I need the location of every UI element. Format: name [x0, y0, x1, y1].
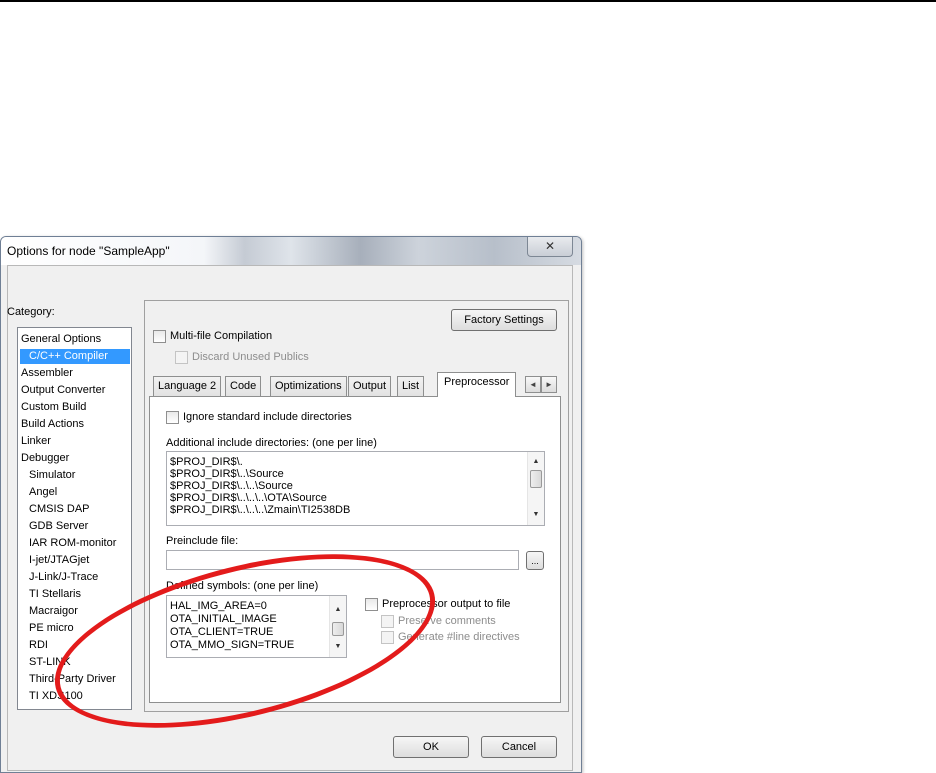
chevron-left-icon: ◄ — [529, 380, 537, 389]
include-dirs-textarea[interactable]: $PROJ_DIR$\. $PROJ_DIR$\..\Source $PROJ_… — [166, 451, 545, 526]
preserve-comments-checkbox[interactable] — [381, 615, 394, 628]
scroll-thumb[interactable] — [332, 622, 344, 636]
preinclude-label: Preinclude file: — [166, 535, 239, 547]
multi-file-checkbox[interactable] — [153, 330, 166, 343]
category-item[interactable]: PE micro — [29, 621, 74, 636]
defined-symbols-scrollbar[interactable]: ▲ ▼ — [329, 596, 346, 657]
category-item[interactable]: GDB Server — [29, 519, 88, 534]
output-to-file-checkbox[interactable] — [365, 598, 378, 611]
generate-line-checkbox[interactable] — [381, 631, 394, 644]
scroll-thumb[interactable] — [530, 470, 542, 488]
ignore-std-includes-checkbox[interactable] — [166, 411, 179, 424]
defined-symbols-textarea[interactable]: HAL_IMG_AREA=0 OTA_INITIAL_IMAGE OTA_CLI… — [166, 595, 347, 658]
category-item[interactable]: I-jet/JTAGjet — [29, 553, 89, 568]
include-dirs-scrollbar[interactable]: ▲ ▼ — [527, 452, 544, 525]
cancel-button[interactable]: Cancel — [481, 736, 557, 758]
category-item[interactable]: Simulator — [29, 468, 75, 483]
category-item[interactable]: RDI — [29, 638, 48, 653]
defined-symbols-label: Defined symbols: (one per line) — [166, 580, 319, 592]
category-list[interactable]: General Options C/C++ Compiler Assembler Ou… — [17, 327, 132, 710]
tab-scroll-left[interactable]: ◄ — [525, 376, 541, 393]
dialog-title: Options for node "SampleApp" — [7, 244, 170, 258]
category-item[interactable]: Linker — [21, 434, 51, 449]
close-icon: ✕ — [544, 239, 556, 253]
tab-preprocessor[interactable]: Preprocessor — [437, 372, 517, 397]
defined-symbol-line: HAL_IMG_AREA=0 — [170, 600, 267, 612]
preserve-comments-label: Preserve comments — [398, 615, 496, 627]
category-item[interactable]: Build Actions — [21, 417, 84, 432]
category-item[interactable]: Macraigor — [29, 604, 78, 619]
include-dir-line: $PROJ_DIR$\. — [170, 456, 243, 468]
include-dir-line: $PROJ_DIR$\..\..\..\Zmain\TI2538DB — [170, 504, 351, 516]
category-item[interactable]: General Options — [21, 332, 101, 347]
tab-list[interactable]: List — [397, 376, 425, 396]
category-item[interactable]: TI XDS100 — [29, 689, 83, 704]
defined-symbol-line: OTA_INITIAL_IMAGE — [170, 613, 277, 625]
category-item[interactable]: ST-LINK — [29, 655, 71, 670]
tab-language-2[interactable]: Language 2 — [153, 376, 222, 396]
category-item[interactable]: Custom Build — [21, 400, 86, 415]
category-item[interactable]: CMSIS DAP — [29, 502, 90, 517]
multi-file-label: Multi-file Compilation — [170, 330, 273, 342]
category-item[interactable]: Third-Party Driver — [29, 672, 116, 687]
preinclude-input[interactable] — [166, 550, 519, 570]
discard-unused-label: Discard Unused Publics — [192, 351, 309, 363]
category-label: Category: — [7, 306, 55, 318]
factory-settings-button[interactable]: Factory Settings — [451, 309, 557, 331]
category-item[interactable]: Output Converter — [21, 383, 105, 398]
tab-code[interactable]: Code — [225, 376, 262, 396]
include-dir-line: $PROJ_DIR$\..\Source — [170, 468, 284, 480]
category-item[interactable]: TI Stellaris — [29, 587, 81, 602]
discard-unused-checkbox[interactable] — [175, 351, 188, 364]
top-rule — [0, 0, 936, 2]
tab-scroll-right[interactable]: ► — [541, 376, 557, 393]
include-dirs-label: Additional include directories: (one per… — [166, 437, 377, 449]
scroll-down-icon[interactable]: ▼ — [330, 639, 346, 655]
category-item[interactable]: J-Link/J-Trace — [29, 570, 98, 585]
chevron-right-icon: ► — [545, 380, 553, 389]
ignore-std-includes-label: Ignore standard include directories — [183, 411, 352, 423]
category-item[interactable]: Debugger — [21, 451, 69, 466]
ok-button[interactable]: OK — [393, 736, 469, 758]
category-item[interactable]: IAR ROM-monitor — [29, 536, 116, 551]
category-item[interactable]: Angel — [29, 485, 57, 500]
output-to-file-label: Preprocessor output to file — [382, 598, 511, 610]
generate-line-label: Generate #line directives — [398, 631, 520, 643]
scroll-down-icon[interactable]: ▼ — [528, 507, 544, 523]
preinclude-browse-button[interactable]: ... — [526, 551, 544, 570]
defined-symbol-line: OTA_CLIENT=TRUE — [170, 626, 274, 638]
include-dir-line: $PROJ_DIR$\..\..\..\OTA\Source — [170, 492, 327, 504]
close-button[interactable]: ✕ — [527, 237, 573, 257]
include-dir-line: $PROJ_DIR$\..\..\Source — [170, 480, 293, 492]
scroll-up-icon[interactable]: ▲ — [528, 454, 544, 470]
category-item[interactable]: C/C++ Compiler — [20, 349, 130, 364]
scroll-up-icon[interactable]: ▲ — [330, 602, 346, 618]
title-bar[interactable]: Options for node "SampleApp" ✕ — [1, 237, 581, 265]
defined-symbol-line: OTA_MMO_SIGN=TRUE — [170, 639, 295, 651]
tab-optimizations[interactable]: Optimizations — [270, 376, 347, 396]
tab-output[interactable]: Output — [348, 376, 392, 396]
category-item[interactable]: Assembler — [21, 366, 73, 381]
